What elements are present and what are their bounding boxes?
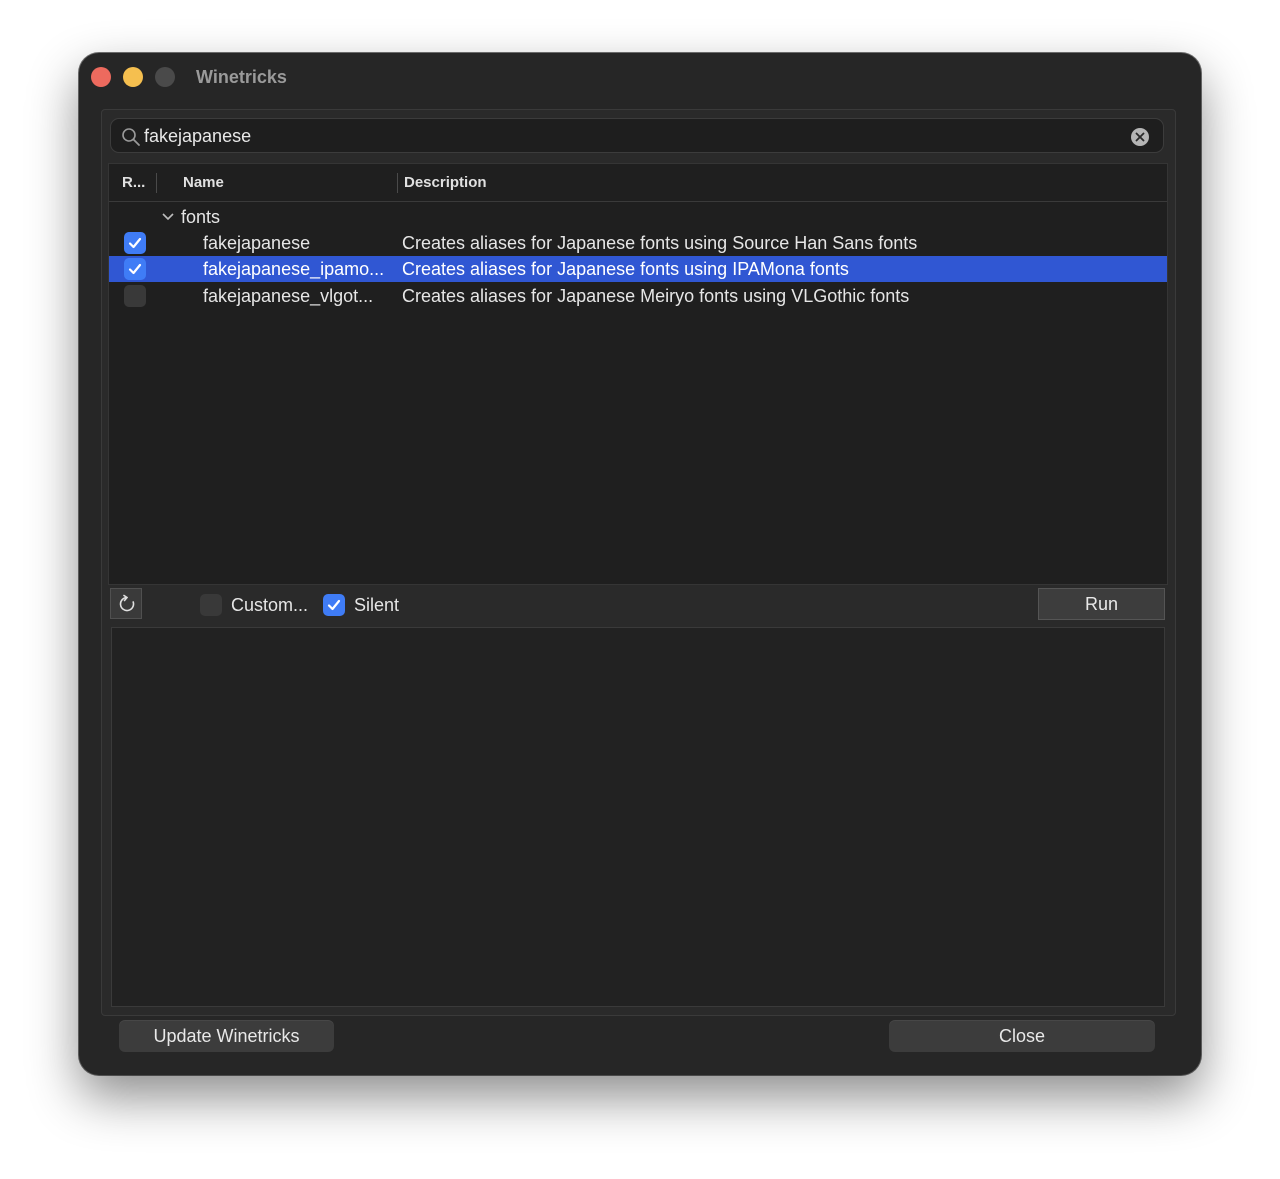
silent-checkbox[interactable] (323, 594, 345, 616)
silent-label[interactable]: Silent (354, 594, 399, 616)
column-header-description[interactable]: Description (404, 174, 487, 192)
checkmark-icon (128, 237, 142, 249)
options-toolbar: Custom... Silent Run (108, 585, 1168, 627)
column-divider[interactable] (397, 173, 398, 193)
refresh-icon (119, 594, 135, 612)
column-header-run[interactable]: R... (122, 174, 145, 192)
row-name: fakejapanese_ipamo... (203, 259, 385, 279)
run-button[interactable]: Run (1038, 588, 1165, 620)
search-icon (122, 128, 140, 146)
output-console[interactable] (111, 627, 1165, 1007)
custom-checkbox[interactable] (200, 594, 222, 616)
search-field[interactable]: fakejapanese (110, 118, 1164, 153)
checkmark-icon (327, 599, 341, 611)
chevron-down-icon[interactable] (161, 211, 175, 223)
table-row[interactable]: fakejapanese_vlgot... Creates aliases fo… (109, 283, 1167, 309)
row-checkbox[interactable] (124, 258, 146, 280)
search-input[interactable]: fakejapanese (144, 125, 251, 147)
row-description: Creates aliases for Japanese Meiryo font… (402, 286, 910, 306)
tree-group-fonts[interactable]: fonts (109, 204, 1167, 230)
column-header-name[interactable]: Name (183, 174, 224, 192)
column-divider[interactable] (156, 173, 157, 193)
close-window-icon[interactable] (91, 67, 111, 87)
group-label: fonts (181, 207, 221, 227)
table-row[interactable]: fakejapanese Creates aliases for Japanes… (109, 230, 1167, 256)
row-description: Creates aliases for Japanese fonts using… (402, 233, 918, 253)
row-description: Creates aliases for Japanese fonts using… (402, 259, 849, 279)
update-winetricks-button[interactable]: Update Winetricks (119, 1020, 334, 1052)
row-checkbox[interactable] (124, 285, 146, 307)
row-name: fakejapanese (203, 233, 311, 253)
verbs-table: R... Name Description fonts fakejapanese… (108, 163, 1168, 585)
row-checkbox[interactable] (124, 232, 146, 254)
winetricks-window: Winetricks fakejapanese R... Name Descri… (79, 53, 1201, 1075)
minimize-window-icon[interactable] (123, 67, 143, 87)
window-title: Winetricks (196, 67, 287, 87)
clear-search-icon[interactable] (1131, 128, 1149, 146)
refresh-button[interactable] (110, 588, 142, 619)
row-name: fakejapanese_vlgot... (203, 286, 374, 306)
maximize-window-icon[interactable] (155, 67, 175, 87)
close-button[interactable]: Close (889, 1020, 1155, 1052)
custom-label[interactable]: Custom... (231, 594, 308, 616)
table-header: R... Name Description (109, 164, 1167, 202)
checkmark-icon (128, 263, 142, 275)
table-row-selected[interactable]: fakejapanese_ipamo... Creates aliases fo… (109, 256, 1167, 282)
